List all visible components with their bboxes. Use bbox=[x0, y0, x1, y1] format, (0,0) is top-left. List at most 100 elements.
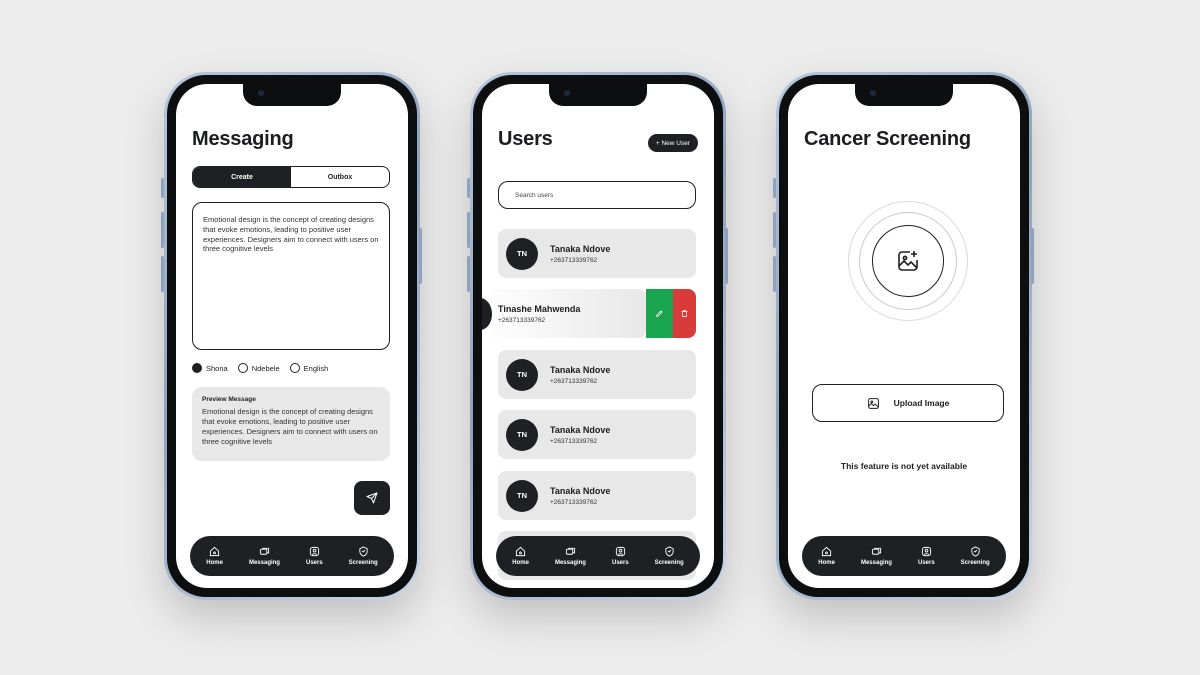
page-title: Cancer Screening bbox=[804, 128, 971, 150]
radio-dot bbox=[289, 363, 300, 373]
page-title: Users bbox=[498, 128, 553, 150]
bottom-nav: Home Messaging Users Screening bbox=[802, 536, 1006, 576]
page-title: Messaging bbox=[192, 128, 294, 150]
tab-outbox[interactable]: Outbox bbox=[291, 167, 389, 187]
volume-button bbox=[467, 178, 470, 198]
phone-users: Users + New User Search users TN Tanaka … bbox=[470, 72, 726, 600]
volume-button bbox=[161, 212, 164, 248]
shield-icon bbox=[665, 546, 674, 557]
volume-button bbox=[773, 256, 776, 292]
nav-label: Messaging bbox=[860, 560, 892, 566]
user-name: Tinashe Mahwenda bbox=[498, 303, 581, 314]
nav-label: Messaging bbox=[248, 560, 280, 566]
search-input[interactable]: Search users bbox=[498, 181, 696, 209]
user-name: Tanaka Ndove bbox=[550, 243, 611, 254]
user-phone: +263713339762 bbox=[498, 316, 546, 324]
image-add-icon bbox=[896, 249, 920, 273]
radio-label: Shona bbox=[206, 363, 228, 373]
new-user-button[interactable]: + New User bbox=[647, 134, 698, 152]
preview-title: Preview Message bbox=[202, 396, 256, 403]
radio-shona[interactable]: Shona bbox=[192, 363, 228, 373]
user-name: Tanaka Ndove bbox=[550, 364, 611, 375]
nav-label: Screening bbox=[654, 560, 684, 566]
radio-english[interactable]: English bbox=[289, 363, 329, 373]
trash-icon bbox=[681, 310, 688, 317]
power-button bbox=[1031, 228, 1034, 284]
volume-button bbox=[773, 178, 776, 198]
phone-screening: Cancer Screening Upload Image This featu… bbox=[776, 72, 1032, 600]
radio-ndebele[interactable]: Ndebele bbox=[237, 363, 280, 373]
user-name: Tanaka Ndove bbox=[550, 485, 611, 496]
nav-label: Home bbox=[206, 560, 223, 566]
nav-label: Home bbox=[818, 560, 835, 566]
phone-bezel: Users + New User Search users TN Tanaka … bbox=[473, 75, 723, 597]
send-icon bbox=[366, 492, 378, 504]
message-textarea[interactable]: Emotional design is the concept of creat… bbox=[192, 202, 390, 350]
image-icon bbox=[867, 397, 879, 409]
nav-screening[interactable]: Screening bbox=[655, 546, 684, 566]
unavailable-notice: This feature is not yet available bbox=[840, 461, 968, 471]
nav-label: Users bbox=[611, 560, 629, 566]
nav-screening[interactable]: Screening bbox=[961, 546, 990, 566]
user-card-swiped[interactable]: Tinashe Mahwenda +263713339762 bbox=[482, 289, 696, 338]
user-card[interactable]: TN Tanaka Ndove +263713339762 bbox=[498, 471, 696, 520]
phone-bezel: Messaging Create Outbox Emotional design… bbox=[167, 75, 417, 597]
screening-screen: Cancer Screening Upload Image This featu… bbox=[788, 84, 1020, 588]
message-icon bbox=[259, 547, 270, 555]
upload-label: Upload Image bbox=[893, 398, 950, 408]
user-icon bbox=[921, 546, 931, 557]
message-tabs: Create Outbox bbox=[192, 166, 390, 188]
preview-message-card: Preview Message Emotional design is the … bbox=[192, 387, 390, 461]
notch bbox=[549, 84, 647, 106]
home-icon bbox=[822, 546, 832, 557]
nav-users[interactable]: Users bbox=[306, 546, 323, 566]
user-card[interactable]: Tinashe Mahwenda +263713339762 bbox=[482, 289, 646, 338]
nav-home[interactable]: Home bbox=[818, 546, 835, 566]
user-card[interactable]: TN Tanaka Ndove +263713339762 bbox=[498, 410, 696, 459]
shield-icon bbox=[971, 546, 980, 557]
radio-label: Ndebele bbox=[251, 363, 280, 373]
pencil-icon bbox=[655, 310, 663, 318]
user-card[interactable]: TN Tanaka Ndove +263713339762 bbox=[498, 350, 696, 399]
nav-users[interactable]: Users bbox=[918, 546, 935, 566]
user-phone: +263713339762 bbox=[550, 437, 598, 445]
nav-screening[interactable]: Screening bbox=[349, 546, 378, 566]
volume-button bbox=[467, 212, 470, 248]
user-phone: +263713339762 bbox=[550, 498, 598, 506]
nav-label: Messaging bbox=[554, 560, 586, 566]
edit-button[interactable] bbox=[646, 289, 673, 338]
user-card[interactable]: TN Tanaka Ndove +263713339762 bbox=[498, 229, 696, 278]
power-button bbox=[419, 228, 422, 284]
preview-text: Emotional design is the concept of creat… bbox=[202, 407, 378, 446]
nav-home[interactable]: Home bbox=[206, 546, 223, 566]
home-icon bbox=[516, 546, 526, 557]
upload-image-button[interactable]: Upload Image bbox=[812, 384, 1004, 422]
nav-messaging[interactable]: Messaging bbox=[861, 546, 892, 566]
avatar: TN bbox=[506, 237, 538, 270]
radio-dot-selected bbox=[192, 363, 202, 373]
power-button bbox=[725, 228, 728, 284]
message-icon bbox=[565, 547, 576, 555]
nav-home[interactable]: Home bbox=[512, 546, 529, 566]
bottom-nav: Home Messaging Users Screening bbox=[496, 536, 700, 576]
volume-button bbox=[161, 256, 164, 292]
nav-label: Home bbox=[512, 560, 529, 566]
send-button[interactable] bbox=[354, 481, 390, 515]
avatar: TN bbox=[506, 479, 538, 512]
message-icon bbox=[871, 547, 882, 555]
tab-create[interactable]: Create bbox=[193, 167, 291, 187]
radio-label: English bbox=[303, 363, 329, 373]
phone-messaging: Messaging Create Outbox Emotional design… bbox=[164, 72, 420, 600]
messaging-screen: Messaging Create Outbox Emotional design… bbox=[176, 84, 408, 588]
nav-label: Users bbox=[305, 560, 323, 566]
user-name: Tanaka Ndove bbox=[550, 424, 611, 435]
delete-button[interactable] bbox=[673, 289, 696, 338]
user-icon bbox=[309, 546, 319, 557]
nav-messaging[interactable]: Messaging bbox=[555, 546, 586, 566]
volume-button bbox=[773, 212, 776, 248]
avatar: TN bbox=[506, 358, 538, 391]
users-screen: Users + New User Search users TN Tanaka … bbox=[482, 84, 714, 588]
nav-messaging[interactable]: Messaging bbox=[249, 546, 280, 566]
nav-label: Screening bbox=[960, 560, 990, 566]
nav-users[interactable]: Users bbox=[612, 546, 629, 566]
